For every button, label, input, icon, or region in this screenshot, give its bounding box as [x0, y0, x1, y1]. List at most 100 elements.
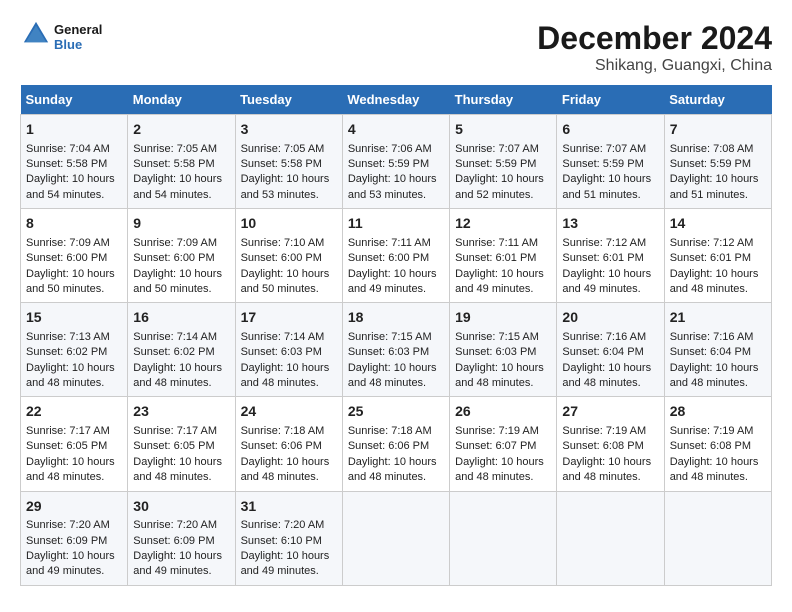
sunset-text: Sunset: 6:06 PM: [241, 440, 322, 452]
calendar-table: Sunday Monday Tuesday Wednesday Thursday…: [20, 85, 772, 586]
day-number: 29: [26, 497, 122, 517]
calendar-cell: 7 Sunrise: 7:08 AM Sunset: 5:59 PM Dayli…: [664, 115, 771, 209]
sunset-text: Sunset: 6:10 PM: [241, 535, 322, 547]
daylight-text: Daylight: 10 hours and 54 minutes.: [133, 173, 222, 200]
sunset-text: Sunset: 5:59 PM: [348, 158, 429, 170]
sunrise-text: Sunrise: 7:16 AM: [562, 331, 646, 343]
day-number: 15: [26, 308, 122, 328]
day-number: 23: [133, 402, 229, 422]
calendar-cell: 31 Sunrise: 7:20 AM Sunset: 6:10 PM Dayl…: [235, 491, 342, 585]
day-number: 13: [562, 214, 658, 234]
calendar-cell: 11 Sunrise: 7:11 AM Sunset: 6:00 PM Dayl…: [342, 209, 449, 303]
col-wednesday: Wednesday: [342, 85, 449, 115]
daylight-text: Daylight: 10 hours and 54 minutes.: [26, 173, 115, 200]
sunset-text: Sunset: 6:09 PM: [26, 535, 107, 547]
sunrise-text: Sunrise: 7:14 AM: [241, 331, 325, 343]
sunset-text: Sunset: 6:03 PM: [241, 346, 322, 358]
sunset-text: Sunset: 5:59 PM: [455, 158, 536, 170]
calendar-cell: 22 Sunrise: 7:17 AM Sunset: 6:05 PM Dayl…: [21, 397, 128, 491]
day-number: 5: [455, 120, 551, 140]
sunrise-text: Sunrise: 7:07 AM: [562, 143, 646, 155]
calendar-cell: 1 Sunrise: 7:04 AM Sunset: 5:58 PM Dayli…: [21, 115, 128, 209]
daylight-text: Daylight: 10 hours and 49 minutes.: [26, 550, 115, 577]
page-title: December 2024: [537, 20, 772, 57]
calendar-cell: 20 Sunrise: 7:16 AM Sunset: 6:04 PM Dayl…: [557, 303, 664, 397]
day-number: 2: [133, 120, 229, 140]
day-number: 27: [562, 402, 658, 422]
calendar-cell: 14 Sunrise: 7:12 AM Sunset: 6:01 PM Dayl…: [664, 209, 771, 303]
calendar-cell: 28 Sunrise: 7:19 AM Sunset: 6:08 PM Dayl…: [664, 397, 771, 491]
sunrise-text: Sunrise: 7:07 AM: [455, 143, 539, 155]
day-number: 14: [670, 214, 766, 234]
sunrise-text: Sunrise: 7:18 AM: [348, 425, 432, 437]
calendar-cell: 3 Sunrise: 7:05 AM Sunset: 5:58 PM Dayli…: [235, 115, 342, 209]
logo-general: General: [54, 22, 102, 37]
calendar-cell: [664, 491, 771, 585]
daylight-text: Daylight: 10 hours and 48 minutes.: [348, 362, 437, 389]
sunrise-text: Sunrise: 7:20 AM: [133, 519, 217, 531]
col-monday: Monday: [128, 85, 235, 115]
sunset-text: Sunset: 6:08 PM: [670, 440, 751, 452]
calendar-cell: [342, 491, 449, 585]
daylight-text: Daylight: 10 hours and 48 minutes.: [455, 456, 544, 483]
calendar-cell: 24 Sunrise: 7:18 AM Sunset: 6:06 PM Dayl…: [235, 397, 342, 491]
sunset-text: Sunset: 6:04 PM: [562, 346, 643, 358]
daylight-text: Daylight: 10 hours and 49 minutes.: [241, 550, 330, 577]
calendar-cell: 4 Sunrise: 7:06 AM Sunset: 5:59 PM Dayli…: [342, 115, 449, 209]
sunrise-text: Sunrise: 7:09 AM: [133, 237, 217, 249]
daylight-text: Daylight: 10 hours and 48 minutes.: [133, 362, 222, 389]
daylight-text: Daylight: 10 hours and 50 minutes.: [133, 268, 222, 295]
sunset-text: Sunset: 6:00 PM: [241, 252, 322, 264]
sunrise-text: Sunrise: 7:04 AM: [26, 143, 110, 155]
logo: General Blue: [20, 20, 102, 53]
calendar-row: 29 Sunrise: 7:20 AM Sunset: 6:09 PM Dayl…: [21, 491, 772, 585]
day-number: 26: [455, 402, 551, 422]
calendar-cell: 2 Sunrise: 7:05 AM Sunset: 5:58 PM Dayli…: [128, 115, 235, 209]
calendar-cell: 9 Sunrise: 7:09 AM Sunset: 6:00 PM Dayli…: [128, 209, 235, 303]
sunrise-text: Sunrise: 7:20 AM: [26, 519, 110, 531]
daylight-text: Daylight: 10 hours and 49 minutes.: [133, 550, 222, 577]
day-number: 9: [133, 214, 229, 234]
day-number: 21: [670, 308, 766, 328]
day-number: 19: [455, 308, 551, 328]
calendar-cell: 30 Sunrise: 7:20 AM Sunset: 6:09 PM Dayl…: [128, 491, 235, 585]
calendar-cell: 27 Sunrise: 7:19 AM Sunset: 6:08 PM Dayl…: [557, 397, 664, 491]
day-number: 1: [26, 120, 122, 140]
calendar-cell: 18 Sunrise: 7:15 AM Sunset: 6:03 PM Dayl…: [342, 303, 449, 397]
col-sunday: Sunday: [21, 85, 128, 115]
daylight-text: Daylight: 10 hours and 49 minutes.: [348, 268, 437, 295]
day-number: 12: [455, 214, 551, 234]
daylight-text: Daylight: 10 hours and 48 minutes.: [26, 362, 115, 389]
calendar-cell: 29 Sunrise: 7:20 AM Sunset: 6:09 PM Dayl…: [21, 491, 128, 585]
header-row: Sunday Monday Tuesday Wednesday Thursday…: [21, 85, 772, 115]
sunset-text: Sunset: 6:00 PM: [348, 252, 429, 264]
page-header: General Blue December 2024 Shikang, Guan…: [20, 20, 772, 75]
sunset-text: Sunset: 5:58 PM: [133, 158, 214, 170]
calendar-cell: 10 Sunrise: 7:10 AM Sunset: 6:00 PM Dayl…: [235, 209, 342, 303]
calendar-cell: 15 Sunrise: 7:13 AM Sunset: 6:02 PM Dayl…: [21, 303, 128, 397]
daylight-text: Daylight: 10 hours and 49 minutes.: [562, 268, 651, 295]
calendar-row: 15 Sunrise: 7:13 AM Sunset: 6:02 PM Dayl…: [21, 303, 772, 397]
sunset-text: Sunset: 5:58 PM: [241, 158, 322, 170]
day-number: 4: [348, 120, 444, 140]
sunset-text: Sunset: 5:59 PM: [670, 158, 751, 170]
daylight-text: Daylight: 10 hours and 48 minutes.: [26, 456, 115, 483]
sunset-text: Sunset: 6:00 PM: [26, 252, 107, 264]
sunset-text: Sunset: 5:58 PM: [26, 158, 107, 170]
day-number: 31: [241, 497, 337, 517]
daylight-text: Daylight: 10 hours and 48 minutes.: [562, 456, 651, 483]
day-number: 20: [562, 308, 658, 328]
col-thursday: Thursday: [450, 85, 557, 115]
calendar-row: 22 Sunrise: 7:17 AM Sunset: 6:05 PM Dayl…: [21, 397, 772, 491]
calendar-cell: 8 Sunrise: 7:09 AM Sunset: 6:00 PM Dayli…: [21, 209, 128, 303]
day-number: 25: [348, 402, 444, 422]
day-number: 17: [241, 308, 337, 328]
daylight-text: Daylight: 10 hours and 49 minutes.: [455, 268, 544, 295]
sunrise-text: Sunrise: 7:16 AM: [670, 331, 754, 343]
sunrise-text: Sunrise: 7:11 AM: [455, 237, 538, 249]
sunrise-text: Sunrise: 7:15 AM: [348, 331, 432, 343]
sunrise-text: Sunrise: 7:19 AM: [562, 425, 646, 437]
daylight-text: Daylight: 10 hours and 51 minutes.: [670, 173, 759, 200]
sunset-text: Sunset: 6:04 PM: [670, 346, 751, 358]
daylight-text: Daylight: 10 hours and 53 minutes.: [241, 173, 330, 200]
